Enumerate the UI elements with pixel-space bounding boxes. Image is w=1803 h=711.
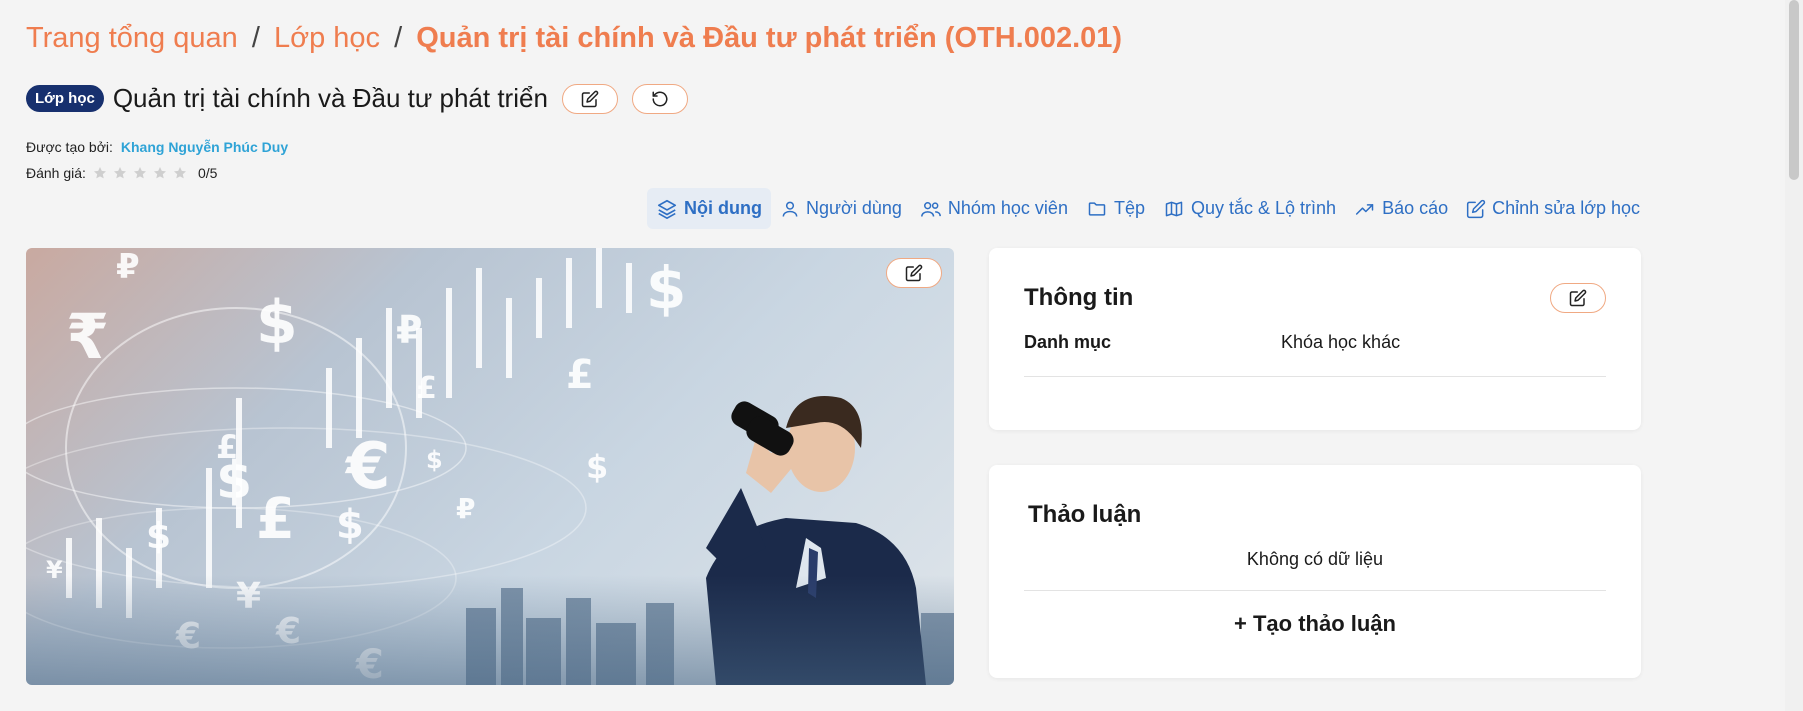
reset-button[interactable] [631, 83, 688, 114]
tab-rules-paths[interactable]: Quy tắc & Lộ trình [1154, 188, 1345, 229]
category-value: Khóa học khác [1281, 332, 1401, 352]
svg-text:$: $ [216, 451, 252, 511]
scrollbar-thumb[interactable] [1789, 0, 1799, 180]
svg-text:$: $ [336, 502, 364, 548]
discussion-card: Thảo luận Không có dữ liệu + Tạo thảo lu… [989, 465, 1641, 678]
star-icon[interactable] [150, 165, 170, 181]
reset-icon [652, 91, 668, 106]
tab-users[interactable]: Người dùng [771, 188, 911, 229]
breadcrumb-separator: / [251, 22, 260, 54]
tab-label: Tệp [1113, 198, 1145, 218]
svg-text:£: £ [256, 487, 295, 552]
page-scrollbar[interactable] [1785, 0, 1803, 711]
breadcrumb-dashboard-link[interactable]: Trang tổng quan [26, 22, 238, 54]
edit-icon [581, 90, 599, 107]
rating-label: Đánh giá: [26, 165, 86, 181]
trending-icon [1355, 203, 1374, 215]
breadcrumb-current: Quản trị tài chính và Đầu tư phát triển … [416, 22, 1123, 54]
layers-icon [657, 199, 677, 219]
class-tabs: Nội dung Người dùng Nhóm học viên Tệp Qu… [647, 188, 1649, 229]
tab-label: Nhóm học viên [947, 198, 1068, 218]
info-card-title: Thông tin [1024, 284, 1134, 311]
breadcrumb: Trang tổng quan / Lớp học / Quản trị tài… [26, 22, 1122, 55]
tab-label: Người dùng [805, 198, 902, 218]
edit-info-button[interactable] [1550, 283, 1606, 313]
star-icon[interactable] [110, 165, 130, 181]
edit-cover-button[interactable] [886, 258, 942, 288]
class-badge: Lớp học [26, 85, 104, 112]
created-by: Được tạo bởi: Khang Nguyễn Phúc Duy [26, 139, 288, 155]
rating: Đánh giá: 0/5 [26, 165, 217, 181]
tab-groups[interactable]: Nhóm học viên [911, 188, 1077, 229]
edit-title-button[interactable] [561, 83, 618, 114]
rating-value: 0/5 [197, 165, 218, 181]
svg-text:$: $ [586, 448, 608, 486]
svg-text:£: £ [566, 352, 594, 398]
svg-text:$: $ [646, 254, 686, 322]
edit-icon [1569, 289, 1587, 307]
svg-text:₽: ₽ [396, 308, 422, 352]
tab-label: Nội dung [684, 198, 762, 218]
tab-edit-class[interactable]: Chỉnh sửa lớp học [1457, 188, 1649, 229]
author-link[interactable]: Khang Nguyễn Phúc Duy [121, 139, 288, 155]
svg-text:£: £ [416, 371, 437, 406]
star-icon[interactable] [130, 165, 150, 181]
svg-text:€: € [344, 430, 391, 504]
svg-text:$: $ [426, 446, 443, 474]
tab-label: Chỉnh sửa lớp học [1492, 198, 1641, 218]
breadcrumb-separator: / [394, 22, 403, 54]
tab-label: Quy tắc & Lộ trình [1190, 198, 1337, 218]
svg-text:₹: ₹ [66, 300, 109, 373]
star-icon[interactable] [170, 165, 190, 181]
edit-icon [905, 264, 923, 282]
tab-reports[interactable]: Báo cáo [1345, 188, 1457, 229]
breadcrumb-class-link[interactable]: Lớp học [274, 22, 380, 54]
folder-icon [1088, 201, 1106, 216]
category-label: Danh mục [1024, 332, 1112, 352]
category-row: Danh mục Khóa học khác [1024, 332, 1606, 377]
svg-text:$: $ [146, 516, 171, 557]
tab-content[interactable]: Nội dung [647, 188, 771, 229]
tab-files[interactable]: Tệp [1077, 188, 1154, 229]
empty-state-text: Không có dữ liệu [1246, 549, 1384, 569]
svg-text:$: $ [256, 288, 298, 358]
edit-icon [1467, 199, 1486, 218]
users-icon [920, 201, 941, 217]
star-icon[interactable] [90, 165, 110, 181]
discussion-card-title: Thảo luận [1028, 501, 1142, 528]
info-card: Thông tin Danh mục Khóa học khác [989, 248, 1641, 430]
divider [1024, 590, 1606, 591]
svg-text:₽: ₽ [116, 248, 140, 287]
rating-stars[interactable] [90, 165, 190, 181]
class-title-row: Lớp học Quản trị tài chính và Đầu tư phá… [26, 83, 688, 114]
page-title: Quản trị tài chính và Đầu tư phát triển [112, 83, 548, 113]
created-by-label: Được tạo bởi: [26, 139, 113, 155]
svg-text:₽: ₽ [456, 492, 475, 525]
cover-skyline-overlay [26, 575, 954, 685]
create-discussion-button[interactable]: + Tạo thảo luận [989, 611, 1641, 637]
map-icon [1165, 201, 1183, 216]
class-cover-image: ₽ ₹ $ ₽ £ £ $ € £ $ $ ¥ ¥ € € € £ $ $ ₽ … [26, 248, 954, 685]
tab-label: Báo cáo [1382, 198, 1449, 218]
user-icon [782, 201, 798, 217]
